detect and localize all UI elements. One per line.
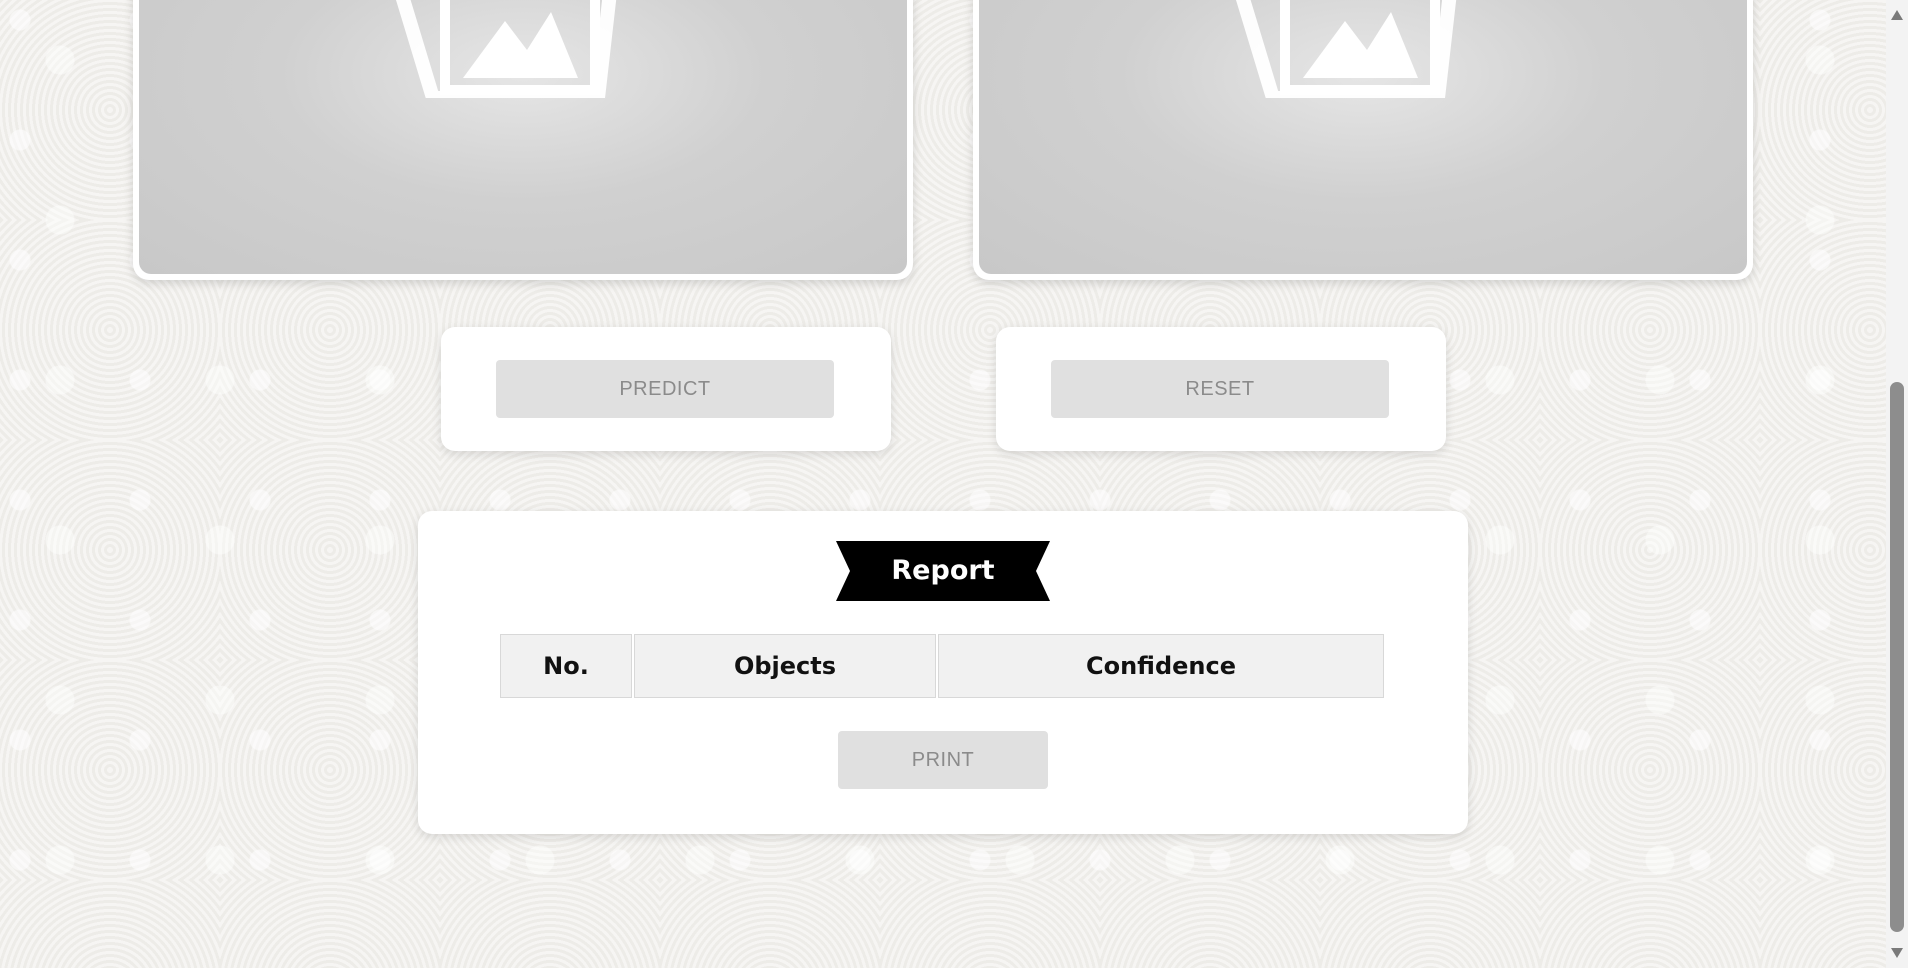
scroll-down-button[interactable] <box>1886 942 1908 964</box>
output-image-placeholder <box>979 0 1747 274</box>
reset-card: RESET <box>996 327 1446 451</box>
report-card: Report No. Objects Confidence PRINT <box>418 511 1468 834</box>
predict-button[interactable]: PREDICT <box>496 360 834 418</box>
report-ribbon: Report <box>836 541 1050 601</box>
report-title: Report <box>891 555 995 586</box>
input-image-placeholder <box>139 0 907 274</box>
scroll-up-button[interactable] <box>1886 4 1908 26</box>
predict-card: PREDICT <box>441 327 891 451</box>
column-header-confidence: Confidence <box>938 634 1384 698</box>
triangle-up-icon <box>1891 10 1903 20</box>
triangle-down-icon <box>1891 948 1903 958</box>
report-table: No. Objects Confidence <box>498 634 1386 698</box>
table-header-row: No. Objects Confidence <box>500 634 1384 698</box>
image-icon <box>395 0 617 98</box>
input-image-panel <box>133 0 913 280</box>
output-image-panel <box>973 0 1753 280</box>
scroll-thumb[interactable] <box>1890 382 1904 932</box>
reset-button[interactable]: RESET <box>1051 360 1389 418</box>
page-scrollbar[interactable] <box>1886 0 1908 968</box>
column-header-objects: Objects <box>634 634 936 698</box>
print-button[interactable]: PRINT <box>838 731 1048 789</box>
image-icon <box>1235 0 1457 98</box>
column-header-no: No. <box>500 634 632 698</box>
